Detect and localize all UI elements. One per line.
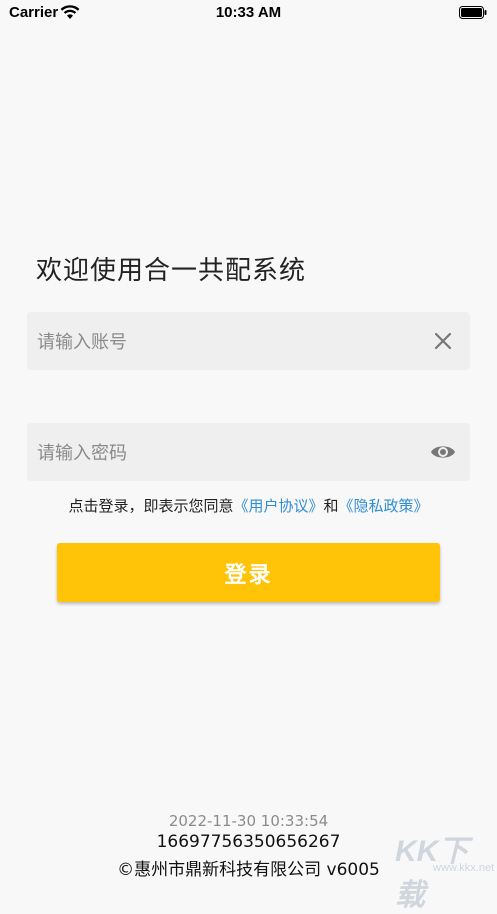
clear-icon[interactable] xyxy=(430,329,456,353)
password-field xyxy=(27,423,470,483)
eye-icon[interactable] xyxy=(430,440,456,464)
agreement-and: 和 xyxy=(323,497,339,515)
agreement-prefix: 点击登录，即表示您同意 xyxy=(68,497,234,515)
watermark-url: www.kkx.net xyxy=(433,862,495,874)
privacy-policy-link[interactable]: 《隐私政策》 xyxy=(339,497,429,515)
status-bar: Carrier 10:33 AM xyxy=(0,0,497,26)
clock: 10:33 AM xyxy=(215,4,282,21)
password-input[interactable] xyxy=(35,423,419,483)
account-field xyxy=(27,312,470,372)
user-agreement-link[interactable]: 《用户协议》 xyxy=(233,497,323,515)
agreement-text: 点击登录，即表示您同意《用户协议》和《隐私政策》 xyxy=(0,495,497,516)
welcome-title: 欢迎使用合一共配系统 xyxy=(36,256,307,286)
watermark-logo: KK下载 www.kkx.net xyxy=(379,822,494,912)
account-input[interactable] xyxy=(35,312,419,372)
login-button[interactable]: 登录 xyxy=(57,543,440,602)
battery-icon xyxy=(459,6,487,19)
